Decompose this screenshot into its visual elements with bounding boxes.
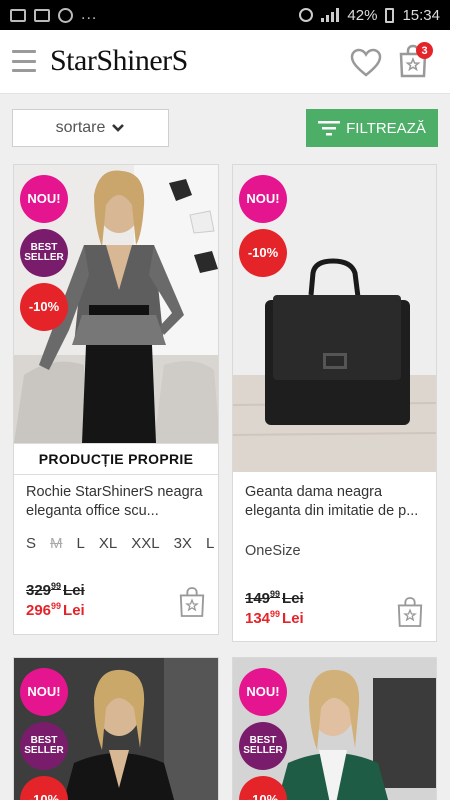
new-badge: NOU! [20,668,68,716]
size-option-unavailable: M [50,535,63,552]
old-price-main: 149 [245,590,271,607]
new-badge: NOU! [239,668,287,716]
app-header: StarShinerS 3 [0,30,450,94]
signal-icon [321,8,340,22]
cart-count-badge: 3 [416,42,433,59]
best-seller-badge: BEST SELLER [20,722,68,770]
product-card[interactable]: NOU! -10% Geanta dama neagra eleganta di… [232,164,437,642]
battery-icon [385,7,395,23]
status-bar: ... 42% 15:34 [0,0,450,30]
best-seller-line2: SELLER [24,252,64,263]
old-price-cents: 99 [270,589,281,599]
new-price-cents: 99 [51,601,62,611]
chevron-down-icon [112,124,125,132]
best-seller-line1: BEST [30,734,58,746]
size-option[interactable]: XL [99,535,117,552]
filter-icon [318,121,341,136]
size-option[interactable]: S [26,535,36,552]
size-option[interactable]: L [206,535,214,552]
add-to-cart-bag-icon[interactable] [178,585,206,619]
gallery-notification-icon [10,8,26,22]
best-seller-badge: BEST SELLER [239,722,287,770]
size-note: OneSize [245,543,301,559]
sort-button[interactable]: sortare [12,109,169,147]
size-list: S M L XL XXL 3X L [26,533,214,555]
old-price-cents: 99 [51,581,62,591]
new-badge: NOU! [20,175,68,223]
best-seller-line1: BEST [30,241,58,253]
size-option[interactable]: L [77,535,85,552]
menu-icon[interactable] [12,50,36,72]
old-price: 14999 Lei [245,589,304,607]
best-seller-badge: BEST SELLER [20,229,68,277]
old-price: 32999 Lei [26,581,85,599]
add-to-cart-bag-icon[interactable] [396,595,424,629]
discount-badge: -10% [239,229,287,277]
product-card[interactable]: NOU! BEST SELLER -10% PRODUCȚIE PROPRIE R… [13,164,219,635]
discount-badge: -10% [20,283,68,331]
new-price-currency: Lei [282,610,304,627]
new-badge: NOU! [239,175,287,223]
old-price-currency: Lei [63,582,85,599]
battery-level: 42% [347,6,378,24]
product-title[interactable]: Geanta dama neagra eleganta din imitatie… [245,483,426,521]
sort-label: sortare [55,119,106,136]
new-price-cents: 99 [270,609,281,619]
product-card[interactable]: NOU! BEST SELLER -10% [13,657,219,800]
production-label: PRODUCȚIE PROPRIE [14,443,218,475]
new-price: 13499 Lei [245,609,304,627]
alarm-icon [299,8,314,22]
filter-button[interactable]: FILTREAZĂ [306,109,438,147]
new-price-main: 296 [26,602,52,619]
best-seller-line2: SELLER [24,745,64,756]
clock: 15:34 [402,6,440,24]
new-price-main: 134 [245,610,271,627]
new-price: 29699 Lei [26,601,85,619]
size-option[interactable]: 3X [174,535,192,552]
logo[interactable]: StarShinerS [50,44,188,78]
product-title[interactable]: Rochie StarShinerS neagra eleganta offic… [26,483,208,521]
product-card[interactable]: NOU! BEST SELLER -10% [232,657,437,800]
best-seller-line1: BEST [249,734,277,746]
size-option[interactable]: XXL [131,535,159,552]
old-price-main: 329 [26,582,52,599]
old-price-currency: Lei [282,590,304,607]
best-seller-line2: SELLER [243,745,283,756]
new-price-currency: Lei [63,602,85,619]
more-notifications: ... [81,6,98,23]
youtube-notification-icon [34,8,50,22]
filter-label: FILTREAZĂ [346,119,426,137]
wishlist-heart-icon[interactable] [350,48,382,78]
messenger-notification-icon [58,7,73,23]
